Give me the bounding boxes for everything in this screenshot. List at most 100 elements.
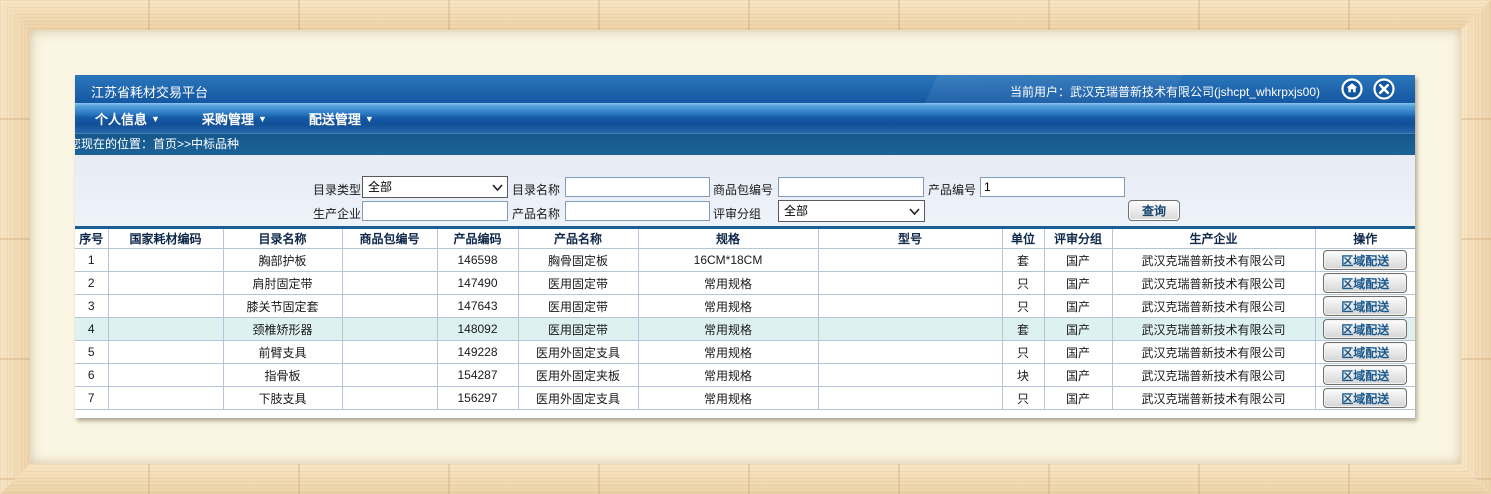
table-cell: 套	[1002, 318, 1044, 341]
table-cell	[818, 387, 1002, 410]
home-icon[interactable]	[1341, 78, 1363, 100]
package-no-label: 商品包编号	[713, 181, 773, 198]
table-cell: 只	[1002, 272, 1044, 295]
manufacturer-input[interactable]	[362, 201, 508, 221]
product-name-label: 产品名称	[512, 205, 560, 222]
table-cell: 149228	[437, 341, 518, 364]
nav-item-personal-info[interactable]: 个人信息▼	[95, 109, 160, 128]
table-cell	[342, 364, 437, 387]
table-cell	[342, 295, 437, 318]
catalog-type-select[interactable]: 全部	[362, 176, 508, 198]
table-row[interactable]: 7下肢支具156297医用外固定支具常用规格只国产武汉克瑞普新技术有限公司区域配…	[75, 387, 1415, 410]
table-cell: 154287	[437, 364, 518, 387]
table-cell	[108, 364, 223, 387]
table-cell	[342, 341, 437, 364]
column-header: 序号	[75, 228, 108, 249]
wood-frame-top	[0, 0, 1491, 30]
review-group-label: 评审分组	[713, 205, 761, 222]
table-cell	[818, 295, 1002, 318]
action-cell: 区域配送	[1315, 249, 1415, 272]
table-cell: 常用规格	[638, 318, 818, 341]
table-row[interactable]: 4颈椎矫形器148092医用固定带常用规格套国产武汉克瑞普新技术有限公司区域配送	[75, 318, 1415, 341]
product-no-input[interactable]	[980, 177, 1125, 197]
nav-item-procurement[interactable]: 采购管理▼	[202, 109, 267, 128]
region-delivery-button[interactable]: 区域配送	[1323, 250, 1407, 270]
table-cell: 颈椎矫形器	[223, 318, 342, 341]
table-cell: 只	[1002, 387, 1044, 410]
nav-item-delivery[interactable]: 配送管理▼	[309, 109, 374, 128]
review-group-select[interactable]: 全部	[778, 200, 925, 222]
table-cell: 武汉克瑞普新技术有限公司	[1112, 272, 1315, 295]
region-delivery-button[interactable]: 区域配送	[1323, 273, 1407, 293]
table-cell: 武汉克瑞普新技术有限公司	[1112, 249, 1315, 272]
app-window: 江苏省耗材交易平台 当前用户：武汉克瑞普新技术有限公司(jshcpt_whkrp…	[75, 75, 1415, 418]
table-cell: 武汉克瑞普新技术有限公司	[1112, 364, 1315, 387]
close-icon[interactable]	[1373, 78, 1395, 100]
results-table: 序号国家耗材编码目录名称商品包编号产品编码产品名称规格型号单位评审分组生产企业操…	[75, 226, 1415, 410]
manufacturer-label: 生产企业	[313, 205, 361, 222]
product-no-label: 产品编号	[928, 181, 976, 198]
chevron-down-icon: ▼	[365, 114, 374, 124]
table-cell	[108, 295, 223, 318]
table-cell: 常用规格	[638, 272, 818, 295]
region-delivery-button[interactable]: 区域配送	[1323, 319, 1407, 339]
table-cell: 国产	[1044, 295, 1112, 318]
table-cell: 7	[75, 387, 108, 410]
region-delivery-button[interactable]: 区域配送	[1323, 388, 1407, 408]
table-cell	[818, 341, 1002, 364]
region-delivery-button[interactable]: 区域配送	[1323, 342, 1407, 362]
breadcrumb: 您现在的位置：首页>>中标品种	[75, 133, 1415, 155]
main-nav: 个人信息▼ 采购管理▼ 配送管理▼	[75, 103, 1415, 133]
table-cell	[342, 249, 437, 272]
table-cell	[818, 249, 1002, 272]
table-body: 1胸部护板146598胸骨固定板16CM*18CM套国产武汉克瑞普新技术有限公司…	[75, 249, 1415, 410]
table-row[interactable]: 6指骨板154287医用外固定夹板常用规格块国产武汉克瑞普新技术有限公司区域配送	[75, 364, 1415, 387]
table-cell: 146598	[437, 249, 518, 272]
search-form: 目录类型 全部 目录名称 商品包编号 产品编号 生产企业 产品名称 评审分组 全…	[75, 155, 1415, 226]
table-cell	[108, 272, 223, 295]
column-header: 产品编码	[437, 228, 518, 249]
table-cell: 医用固定带	[518, 272, 638, 295]
table-cell: 套	[1002, 249, 1044, 272]
table-cell: 武汉克瑞普新技术有限公司	[1112, 295, 1315, 318]
table-row[interactable]: 1胸部护板146598胸骨固定板16CM*18CM套国产武汉克瑞普新技术有限公司…	[75, 249, 1415, 272]
catalog-name-input[interactable]	[565, 177, 710, 197]
table-cell: 国产	[1044, 364, 1112, 387]
table-cell: 国产	[1044, 272, 1112, 295]
query-button[interactable]: 查询	[1128, 200, 1180, 221]
table-cell: 常用规格	[638, 364, 818, 387]
column-header: 生产企业	[1112, 228, 1315, 249]
table-cell: 医用固定带	[518, 295, 638, 318]
wood-frame-left	[0, 0, 30, 494]
action-cell: 区域配送	[1315, 318, 1415, 341]
table-cell: 1	[75, 249, 108, 272]
chevron-down-icon: ▼	[151, 114, 160, 124]
table-cell: 国产	[1044, 249, 1112, 272]
table-row[interactable]: 5前臂支具149228医用外固定支具常用规格只国产武汉克瑞普新技术有限公司区域配…	[75, 341, 1415, 364]
chevron-down-icon	[491, 181, 504, 194]
table-cell: 常用规格	[638, 341, 818, 364]
title-bar: 江苏省耗材交易平台 当前用户：武汉克瑞普新技术有限公司(jshcpt_whkrp…	[75, 75, 1415, 103]
region-delivery-button[interactable]: 区域配送	[1323, 296, 1407, 316]
package-no-input[interactable]	[778, 177, 924, 197]
table-cell: 2	[75, 272, 108, 295]
table-row[interactable]: 2 肩肘固定带 147490医用固定带常用规格 只国产武汉克瑞普新技术有限公司区域配送	[75, 272, 1415, 295]
chevron-down-icon	[908, 205, 921, 218]
column-header: 目录名称	[223, 228, 342, 249]
table-cell: 胸部护板	[223, 249, 342, 272]
table-cell: 只	[1002, 341, 1044, 364]
region-delivery-button[interactable]: 区域配送	[1323, 365, 1407, 385]
product-name-input[interactable]	[565, 201, 710, 221]
table-cell	[342, 387, 437, 410]
table-cell: 常用规格	[638, 295, 818, 318]
table-cell: 148092	[437, 318, 518, 341]
table-cell: 肩肘固定带	[223, 272, 342, 295]
table-cell: 指骨板	[223, 364, 342, 387]
table-cell: 147490	[437, 272, 518, 295]
table-cell: 前臂支具	[223, 341, 342, 364]
table-cell: 国产	[1044, 341, 1112, 364]
table-cell: 武汉克瑞普新技术有限公司	[1112, 341, 1315, 364]
table-row[interactable]: 3膝关节固定套147643医用固定带常用规格只国产武汉克瑞普新技术有限公司区域配…	[75, 295, 1415, 318]
action-cell: 区域配送	[1315, 272, 1415, 295]
chevron-down-icon: ▼	[258, 114, 267, 124]
